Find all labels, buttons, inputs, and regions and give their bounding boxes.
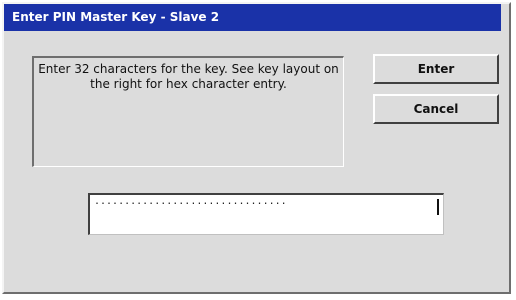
key-input-field[interactable]: ................................ [88, 193, 444, 235]
text-caret [437, 199, 439, 215]
instructions-text: Enter 32 characters for the key. See key… [38, 62, 339, 91]
key-input-value: ................................ [94, 197, 287, 207]
dialog-title: Enter PIN Master Key - Slave 2 [4, 4, 501, 31]
instructions-box: Enter 32 characters for the key. See key… [32, 56, 344, 167]
cancel-button[interactable]: Cancel [373, 94, 499, 124]
enter-button[interactable]: Enter [373, 54, 499, 84]
